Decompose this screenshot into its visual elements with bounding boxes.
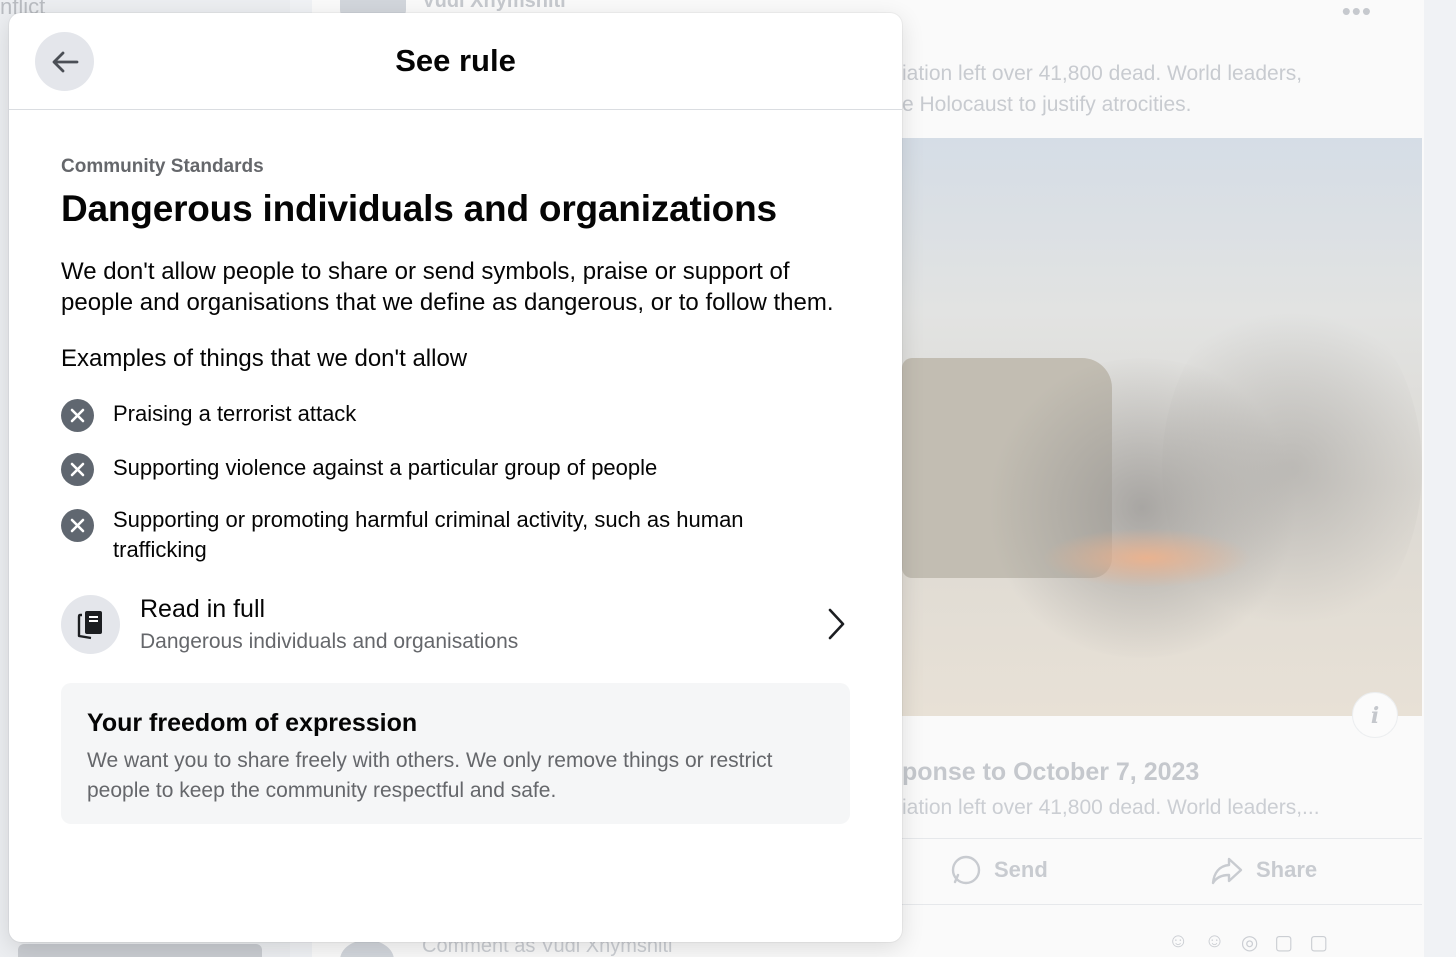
example-text: Supporting violence against a particular… [113,455,658,480]
share-icon [1211,857,1243,885]
book-icon [61,594,120,654]
comment-tools: ☺ ☺ ◎ ▢ ▢ [1168,930,1328,955]
gif-icon[interactable]: ▢ [1274,930,1293,955]
background-divider [902,838,1422,839]
freedom-of-expression-card: Your freedom of expression We want you t… [61,683,850,824]
background-link-description: iation left over 41,800 dead. World lead… [902,796,1320,819]
background-left-thumbnail [18,944,262,957]
see-rule-dialog: See rule Community Standards Dangerous i… [9,13,902,942]
x-circle-icon [61,399,94,432]
send-button[interactable]: Send [950,854,1048,886]
section-eyebrow: Community Standards [61,156,264,177]
share-button[interactable]: Share [1210,854,1317,886]
background-comment-avatar [340,940,394,957]
background-right-edge [1424,0,1456,957]
read-in-full-title: Read in full [140,594,266,623]
emoji-icon[interactable]: ☺ [1204,930,1224,955]
read-in-full-subtitle: Dangerous individuals and organisations [140,629,519,653]
send-label: Send [994,857,1048,882]
rule-description: We don't allow people to share or send s… [61,258,834,316]
read-in-full-link[interactable]: Read in full Dangerous individuals and o… [61,593,850,655]
background-link-title[interactable]: ponse to October 7, 2023 [902,758,1199,787]
camera-icon[interactable]: ◎ [1241,930,1258,955]
background-caption-line: e Holocaust to justify atrocities. [902,93,1192,116]
freedom-text: We want you to share freely with others.… [87,749,773,802]
background-post-caption: iation left over 41,800 dead. World lead… [902,58,1422,120]
list-item: Supporting violence against a particular… [61,453,850,486]
x-circle-icon [61,509,94,542]
info-icon[interactable]: i [1352,692,1398,738]
list-item: Supporting or promoting harmful criminal… [61,505,850,565]
background-author-name: Vudi Xhymshiti [422,0,566,12]
background-divider [902,904,1422,905]
x-circle-icon [61,453,94,486]
rule-title: Dangerous individuals and organizations [61,188,777,229]
chevron-right-icon [826,607,846,646]
examples-list: Praising a terrorist attack Supporting v… [61,399,850,565]
share-label: Share [1256,857,1318,882]
example-text: Supporting or promoting harmful criminal… [113,507,744,562]
freedom-title: Your freedom of expression [87,709,418,737]
examples-heading: Examples of things that we don't allow [61,345,468,372]
background-post-photo[interactable] [902,138,1422,716]
read-in-full-text: Read in full Dangerous individuals and o… [140,595,518,654]
more-options-icon[interactable]: ••• [1342,0,1372,27]
photo-fire-shape [1042,528,1252,588]
dialog-header: See rule [9,13,902,110]
photo-smoke-shape [1162,288,1422,648]
sticker-icon[interactable]: ▢ [1309,930,1328,955]
list-item: Praising a terrorist attack [61,399,850,432]
dialog-title: See rule [395,43,516,78]
whatsapp-icon [951,855,981,885]
example-text: Praising a terrorist attack [113,401,357,426]
avatar-sticker-icon[interactable]: ☺ [1168,930,1188,955]
dialog-body: Community Standards Dangerous individual… [9,110,902,824]
background-caption-line: iation left over 41,800 dead. World lead… [902,62,1303,85]
